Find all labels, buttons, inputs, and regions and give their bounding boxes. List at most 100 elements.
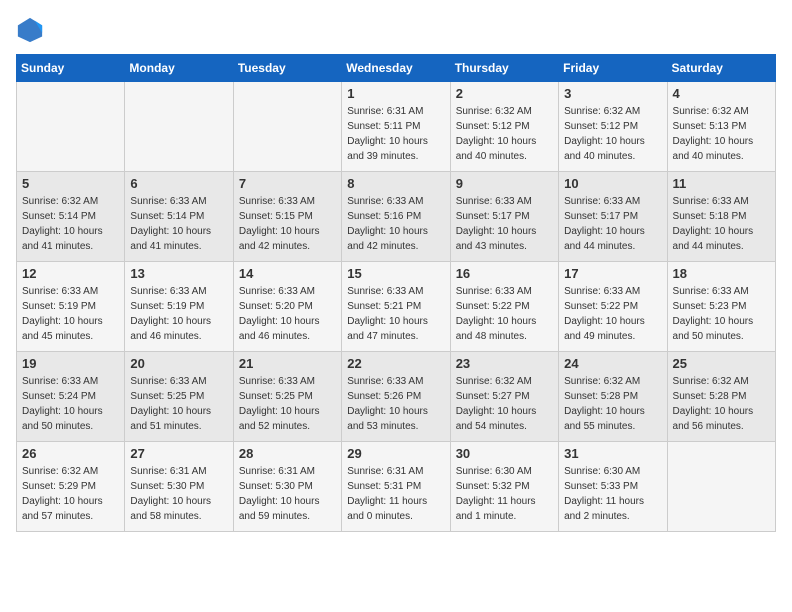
calendar-cell: 22 Sunrise: 6:33 AM Sunset: 5:26 PM Dayl… [342, 352, 450, 442]
day-number: 8 [347, 176, 444, 191]
day-info: Sunrise: 6:33 AM Sunset: 5:19 PM Dayligh… [22, 284, 119, 344]
day-number: 24 [564, 356, 661, 371]
calendar-cell: 2 Sunrise: 6:32 AM Sunset: 5:12 PM Dayli… [450, 82, 558, 172]
calendar-cell [233, 82, 341, 172]
day-info: Sunrise: 6:33 AM Sunset: 5:23 PM Dayligh… [673, 284, 770, 344]
day-info: Sunrise: 6:33 AM Sunset: 5:17 PM Dayligh… [456, 194, 553, 254]
weekday-header-thursday: Thursday [450, 55, 558, 82]
calendar-cell: 16 Sunrise: 6:33 AM Sunset: 5:22 PM Dayl… [450, 262, 558, 352]
day-info: Sunrise: 6:31 AM Sunset: 5:30 PM Dayligh… [130, 464, 227, 524]
weekday-header-monday: Monday [125, 55, 233, 82]
calendar-cell: 12 Sunrise: 6:33 AM Sunset: 5:19 PM Dayl… [17, 262, 125, 352]
day-number: 4 [673, 86, 770, 101]
day-info: Sunrise: 6:33 AM Sunset: 5:17 PM Dayligh… [564, 194, 661, 254]
calendar-cell: 30 Sunrise: 6:30 AM Sunset: 5:32 PM Dayl… [450, 442, 558, 532]
calendar-cell: 11 Sunrise: 6:33 AM Sunset: 5:18 PM Dayl… [667, 172, 775, 262]
calendar-cell: 6 Sunrise: 6:33 AM Sunset: 5:14 PM Dayli… [125, 172, 233, 262]
day-info: Sunrise: 6:32 AM Sunset: 5:13 PM Dayligh… [673, 104, 770, 164]
calendar-cell [125, 82, 233, 172]
day-number: 6 [130, 176, 227, 191]
calendar-cell: 21 Sunrise: 6:33 AM Sunset: 5:25 PM Dayl… [233, 352, 341, 442]
calendar-cell: 26 Sunrise: 6:32 AM Sunset: 5:29 PM Dayl… [17, 442, 125, 532]
calendar-cell: 17 Sunrise: 6:33 AM Sunset: 5:22 PM Dayl… [559, 262, 667, 352]
day-number: 15 [347, 266, 444, 281]
day-info: Sunrise: 6:33 AM Sunset: 5:14 PM Dayligh… [130, 194, 227, 254]
page-header [16, 16, 776, 44]
day-info: Sunrise: 6:33 AM Sunset: 5:22 PM Dayligh… [456, 284, 553, 344]
day-number: 9 [456, 176, 553, 191]
calendar-cell: 4 Sunrise: 6:32 AM Sunset: 5:13 PM Dayli… [667, 82, 775, 172]
day-info: Sunrise: 6:31 AM Sunset: 5:30 PM Dayligh… [239, 464, 336, 524]
day-info: Sunrise: 6:32 AM Sunset: 5:28 PM Dayligh… [673, 374, 770, 434]
calendar-week-row: 12 Sunrise: 6:33 AM Sunset: 5:19 PM Dayl… [17, 262, 776, 352]
calendar-cell: 31 Sunrise: 6:30 AM Sunset: 5:33 PM Dayl… [559, 442, 667, 532]
calendar-table: SundayMondayTuesdayWednesdayThursdayFrid… [16, 54, 776, 532]
calendar-cell: 1 Sunrise: 6:31 AM Sunset: 5:11 PM Dayli… [342, 82, 450, 172]
day-number: 18 [673, 266, 770, 281]
calendar-cell: 29 Sunrise: 6:31 AM Sunset: 5:31 PM Dayl… [342, 442, 450, 532]
day-number: 13 [130, 266, 227, 281]
weekday-header-friday: Friday [559, 55, 667, 82]
day-number: 14 [239, 266, 336, 281]
day-info: Sunrise: 6:33 AM Sunset: 5:20 PM Dayligh… [239, 284, 336, 344]
day-info: Sunrise: 6:32 AM Sunset: 5:12 PM Dayligh… [564, 104, 661, 164]
day-number: 25 [673, 356, 770, 371]
day-number: 23 [456, 356, 553, 371]
calendar-cell: 9 Sunrise: 6:33 AM Sunset: 5:17 PM Dayli… [450, 172, 558, 262]
day-info: Sunrise: 6:31 AM Sunset: 5:11 PM Dayligh… [347, 104, 444, 164]
logo [16, 16, 48, 44]
day-number: 16 [456, 266, 553, 281]
day-number: 21 [239, 356, 336, 371]
day-number: 19 [22, 356, 119, 371]
day-number: 5 [22, 176, 119, 191]
day-info: Sunrise: 6:33 AM Sunset: 5:25 PM Dayligh… [239, 374, 336, 434]
day-info: Sunrise: 6:33 AM Sunset: 5:15 PM Dayligh… [239, 194, 336, 254]
day-number: 27 [130, 446, 227, 461]
day-info: Sunrise: 6:30 AM Sunset: 5:32 PM Dayligh… [456, 464, 553, 524]
calendar-cell: 10 Sunrise: 6:33 AM Sunset: 5:17 PM Dayl… [559, 172, 667, 262]
calendar-cell: 7 Sunrise: 6:33 AM Sunset: 5:15 PM Dayli… [233, 172, 341, 262]
day-number: 10 [564, 176, 661, 191]
day-number: 2 [456, 86, 553, 101]
weekday-header-sunday: Sunday [17, 55, 125, 82]
day-info: Sunrise: 6:32 AM Sunset: 5:28 PM Dayligh… [564, 374, 661, 434]
calendar-week-row: 1 Sunrise: 6:31 AM Sunset: 5:11 PM Dayli… [17, 82, 776, 172]
day-info: Sunrise: 6:33 AM Sunset: 5:18 PM Dayligh… [673, 194, 770, 254]
day-number: 11 [673, 176, 770, 191]
day-info: Sunrise: 6:33 AM Sunset: 5:26 PM Dayligh… [347, 374, 444, 434]
day-info: Sunrise: 6:33 AM Sunset: 5:19 PM Dayligh… [130, 284, 227, 344]
day-info: Sunrise: 6:33 AM Sunset: 5:25 PM Dayligh… [130, 374, 227, 434]
calendar-cell: 13 Sunrise: 6:33 AM Sunset: 5:19 PM Dayl… [125, 262, 233, 352]
day-info: Sunrise: 6:30 AM Sunset: 5:33 PM Dayligh… [564, 464, 661, 524]
day-info: Sunrise: 6:32 AM Sunset: 5:27 PM Dayligh… [456, 374, 553, 434]
calendar-cell: 25 Sunrise: 6:32 AM Sunset: 5:28 PM Dayl… [667, 352, 775, 442]
day-info: Sunrise: 6:33 AM Sunset: 5:22 PM Dayligh… [564, 284, 661, 344]
day-number: 20 [130, 356, 227, 371]
day-number: 30 [456, 446, 553, 461]
day-info: Sunrise: 6:33 AM Sunset: 5:21 PM Dayligh… [347, 284, 444, 344]
day-number: 31 [564, 446, 661, 461]
calendar-cell: 20 Sunrise: 6:33 AM Sunset: 5:25 PM Dayl… [125, 352, 233, 442]
calendar-cell: 3 Sunrise: 6:32 AM Sunset: 5:12 PM Dayli… [559, 82, 667, 172]
calendar-cell: 5 Sunrise: 6:32 AM Sunset: 5:14 PM Dayli… [17, 172, 125, 262]
day-number: 28 [239, 446, 336, 461]
calendar-cell: 18 Sunrise: 6:33 AM Sunset: 5:23 PM Dayl… [667, 262, 775, 352]
calendar-cell: 23 Sunrise: 6:32 AM Sunset: 5:27 PM Dayl… [450, 352, 558, 442]
day-info: Sunrise: 6:33 AM Sunset: 5:24 PM Dayligh… [22, 374, 119, 434]
logo-icon [16, 16, 44, 44]
calendar-cell: 8 Sunrise: 6:33 AM Sunset: 5:16 PM Dayli… [342, 172, 450, 262]
day-info: Sunrise: 6:33 AM Sunset: 5:16 PM Dayligh… [347, 194, 444, 254]
day-number: 17 [564, 266, 661, 281]
weekday-header-saturday: Saturday [667, 55, 775, 82]
day-number: 3 [564, 86, 661, 101]
day-number: 29 [347, 446, 444, 461]
weekday-header-row: SundayMondayTuesdayWednesdayThursdayFrid… [17, 55, 776, 82]
calendar-cell [667, 442, 775, 532]
day-number: 7 [239, 176, 336, 191]
calendar-week-row: 19 Sunrise: 6:33 AM Sunset: 5:24 PM Dayl… [17, 352, 776, 442]
calendar-week-row: 5 Sunrise: 6:32 AM Sunset: 5:14 PM Dayli… [17, 172, 776, 262]
day-number: 1 [347, 86, 444, 101]
weekday-header-wednesday: Wednesday [342, 55, 450, 82]
weekday-header-tuesday: Tuesday [233, 55, 341, 82]
calendar-cell: 14 Sunrise: 6:33 AM Sunset: 5:20 PM Dayl… [233, 262, 341, 352]
